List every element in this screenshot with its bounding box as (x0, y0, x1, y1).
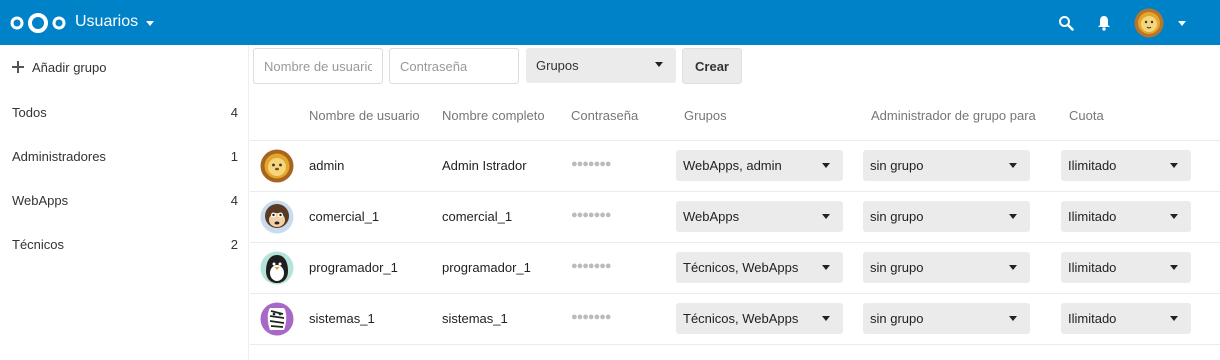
username-cell: programador_1 (309, 260, 398, 275)
chevron-down-icon (1009, 214, 1017, 219)
monkey-avatar-icon (260, 200, 294, 234)
subadmin-dropdown[interactable]: sin grupo (863, 150, 1030, 181)
chevron-down-icon (1009, 265, 1017, 270)
new-password-input[interactable] (389, 48, 519, 84)
password-cell[interactable]: ●●●●●●● (571, 158, 612, 170)
group-label: WebApps (12, 192, 69, 208)
quota-value: Ilimitado (1068, 158, 1117, 173)
chevron-down-icon (822, 214, 830, 219)
app-menu-title[interactable]: Usuarios (75, 13, 138, 31)
sidebar-item-tecnicos[interactable]: Técnicos 2 (0, 222, 249, 266)
column-header-groups: Grupos (684, 108, 727, 123)
groups-sidebar: Añadir grupo Todos 4 Administradores 1 W… (0, 45, 249, 360)
penguin-avatar-icon (260, 251, 294, 285)
chevron-down-icon (1009, 316, 1017, 321)
quota-dropdown[interactable]: Ilimitado (1061, 150, 1191, 181)
add-group-button[interactable]: Añadir grupo (12, 58, 106, 76)
column-header-subadmin: Administrador de grupo para (871, 108, 1036, 123)
subadmin-dropdown[interactable]: sin grupo (863, 252, 1030, 283)
groups-dropdown[interactable]: WebApps, admin (676, 150, 843, 181)
username-cell: sistemas_1 (309, 311, 375, 326)
group-count: 4 (230, 192, 238, 208)
group-label: Administradores (12, 148, 106, 164)
quota-value: Ilimitado (1068, 311, 1117, 326)
chevron-down-icon (822, 265, 830, 270)
chevron-down-icon (822, 163, 830, 168)
group-count: 4 (230, 104, 238, 120)
groups-value: WebApps, admin (683, 158, 782, 173)
new-username-input[interactable] (253, 48, 383, 84)
chevron-down-icon (655, 62, 663, 67)
password-cell[interactable]: ●●●●●●● (571, 311, 612, 323)
fullname-cell[interactable]: programador_1 (442, 260, 531, 275)
column-header-password: Contraseña (571, 108, 639, 123)
sidebar-item-webapps[interactable]: WebApps 4 (0, 178, 249, 222)
groups-dropdown[interactable]: Técnicos, WebApps (676, 303, 843, 334)
search-icon[interactable] (1058, 15, 1074, 31)
quota-value: Ilimitado (1068, 209, 1117, 224)
groups-select-label: Grupos (536, 58, 579, 73)
groups-value: WebApps (683, 209, 740, 224)
group-count: 2 (230, 236, 238, 252)
group-label: Todos (12, 104, 47, 120)
new-user-groups-select[interactable]: Grupos (526, 48, 676, 83)
group-count: 1 (230, 148, 238, 164)
username-cell: admin (309, 158, 345, 173)
password-cell[interactable]: ●●●●●●● (571, 209, 612, 221)
table-row: programador_1 programador_1 ●●●●●●● Técn… (250, 242, 1220, 293)
add-group-label: Añadir grupo (32, 59, 107, 75)
table-row: comercial_1 comercial_1 ●●●●●●● WebApps … (250, 191, 1220, 242)
subadmin-dropdown[interactable]: sin grupo (863, 201, 1030, 232)
column-header-fullname[interactable]: Nombre completo (442, 108, 545, 123)
table-row: admin Admin Istrador ●●●●●●● WebApps, ad… (250, 140, 1220, 191)
groups-value: Técnicos, WebApps (683, 311, 799, 326)
subadmin-dropdown[interactable]: sin grupo (863, 303, 1030, 334)
password-cell[interactable]: ●●●●●●● (571, 260, 612, 272)
fullname-cell[interactable]: Admin Istrador (442, 158, 527, 173)
column-header-quota: Cuota (1069, 108, 1104, 123)
app-menu-caret-icon[interactable] (146, 21, 154, 26)
quota-dropdown[interactable]: Ilimitado (1061, 303, 1191, 334)
fullname-cell[interactable]: comercial_1 (442, 209, 512, 224)
chevron-down-icon (1170, 316, 1178, 321)
chevron-down-icon (1170, 163, 1178, 168)
chevron-down-icon (1170, 214, 1178, 219)
subadmin-value: sin grupo (870, 311, 924, 326)
quota-value: Ilimitado (1068, 260, 1117, 275)
create-user-button[interactable]: Crear (682, 48, 742, 84)
nextcloud-logo-icon[interactable] (9, 12, 67, 34)
user-menu-caret-icon[interactable] (1178, 21, 1186, 26)
zebra-avatar-icon (260, 302, 294, 336)
lion-avatar-icon (260, 149, 294, 183)
chevron-down-icon (822, 316, 830, 321)
subadmin-value: sin grupo (870, 209, 924, 224)
chevron-down-icon (1009, 163, 1017, 168)
chevron-down-icon (1170, 265, 1178, 270)
fullname-cell[interactable]: sistemas_1 (442, 311, 508, 326)
plus-icon (12, 61, 24, 73)
username-cell: comercial_1 (309, 209, 380, 224)
subadmin-value: sin grupo (870, 260, 924, 275)
groups-dropdown[interactable]: WebApps (676, 201, 843, 232)
subadmin-value: sin grupo (870, 158, 924, 173)
top-bar: Usuarios (0, 0, 1220, 45)
sidebar-item-todos[interactable]: Todos 4 (0, 90, 249, 134)
group-label: Técnicos (12, 236, 65, 252)
quota-dropdown[interactable]: Ilimitado (1061, 201, 1191, 232)
groups-value: Técnicos, WebApps (683, 260, 799, 275)
groups-dropdown[interactable]: Técnicos, WebApps (676, 252, 843, 283)
user-avatar-icon[interactable] (1134, 8, 1164, 38)
column-header-username[interactable]: Nombre de usuario (309, 108, 420, 123)
table-row: sistemas_1 sistemas_1 ●●●●●●● Técnicos, … (250, 293, 1220, 345)
notifications-bell-icon[interactable] (1097, 15, 1111, 31)
quota-dropdown[interactable]: Ilimitado (1061, 252, 1191, 283)
sidebar-item-administradores[interactable]: Administradores 1 (0, 134, 249, 178)
